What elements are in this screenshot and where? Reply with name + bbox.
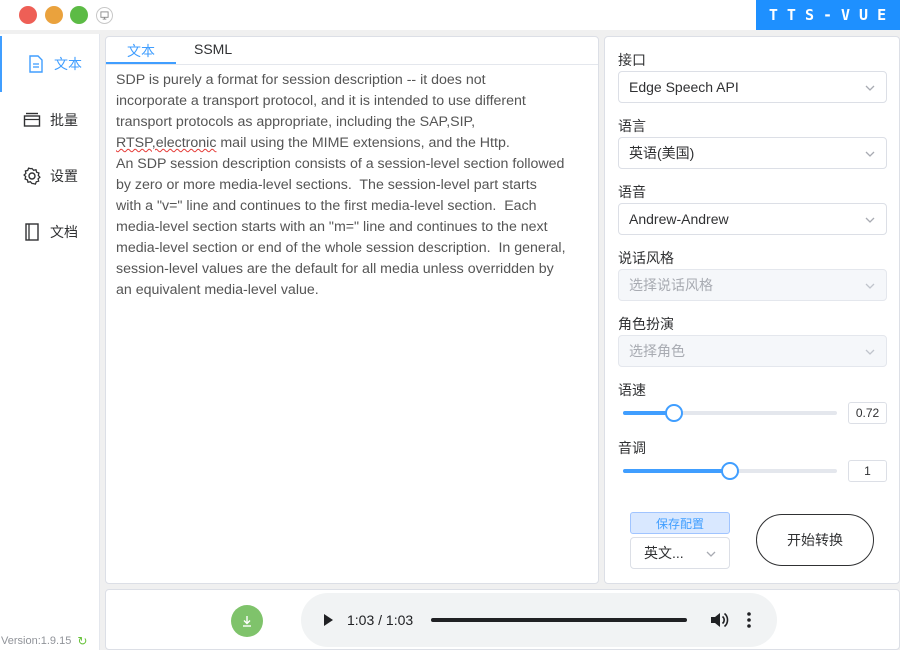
text-line: with a "v=" line and continues to the fi…: [116, 198, 537, 214]
text-input[interactable]: SDP is purely a format for session descr…: [116, 70, 592, 576]
api-value: Edge Speech API: [629, 79, 739, 95]
sidebar-item-docs[interactable]: 文档: [0, 204, 100, 260]
preset-select[interactable]: 英文...: [630, 537, 730, 569]
audio-player: 1:03 / 1:03: [301, 593, 777, 647]
voice-value: Andrew-Andrew: [629, 211, 729, 227]
rate-slider-handle[interactable]: [665, 404, 684, 422]
volume-icon[interactable]: [709, 611, 729, 629]
version-info: Version:1.9.15 ↻: [1, 634, 87, 648]
play-icon[interactable]: [321, 612, 335, 628]
app-brand: TTS-VUE: [756, 0, 900, 30]
editor-tabs: 文本 SSML: [106, 37, 598, 65]
title-bar: TTS-VUE: [0, 0, 900, 30]
minimize-window-button[interactable]: [45, 6, 63, 24]
book-icon: [22, 222, 42, 242]
sidebar-item-settings[interactable]: 设置: [0, 148, 100, 204]
maximize-window-button[interactable]: [70, 6, 88, 24]
pitch-value[interactable]: 1: [848, 460, 887, 482]
footer-bar: 1:03 / 1:03: [105, 589, 900, 650]
playback-time: 1:03 / 1:03: [347, 612, 414, 628]
more-options-icon[interactable]: [745, 611, 753, 629]
chevron-down-icon: [865, 217, 875, 223]
rate-value[interactable]: 0.72: [848, 402, 887, 424]
batch-icon: [22, 110, 42, 130]
config-panel: 接口 Edge Speech API 语言 英语(美国) 语音 Andrew-A…: [604, 36, 900, 584]
rate-label: 语速: [618, 382, 646, 398]
tab-ssml[interactable]: SSML: [194, 41, 232, 57]
sidebar-item-label: 文档: [50, 224, 78, 240]
monitor-icon: [100, 11, 109, 20]
download-button[interactable]: [231, 605, 263, 637]
text-line: SDP is purely a format for session descr…: [116, 72, 486, 88]
text-line: RTSP,electronic mail using the MIME exte…: [116, 133, 592, 154]
misspelled-word: RTSP,electronic: [116, 135, 217, 151]
text-line: by zero or more media-level sections. Th…: [116, 177, 537, 193]
chevron-down-icon: [865, 349, 875, 355]
api-label: 接口: [618, 52, 646, 68]
role-placeholder: 选择角色: [629, 343, 685, 359]
pitch-slider[interactable]: [623, 462, 837, 480]
text-line: An SDP session description consists of a…: [116, 156, 565, 172]
text-line: session-level values are the default for…: [116, 261, 554, 277]
playback-progress[interactable]: [431, 618, 687, 622]
sidebar-item-batch[interactable]: 批量: [0, 92, 100, 148]
refresh-icon[interactable]: ↻: [77, 634, 87, 648]
pitch-slider-handle[interactable]: [721, 462, 739, 480]
gear-icon: [22, 166, 42, 186]
language-select[interactable]: 英语(美国): [618, 137, 887, 169]
tab-text[interactable]: 文本: [106, 41, 176, 61]
chevron-down-icon: [865, 85, 875, 91]
voice-select[interactable]: Andrew-Andrew: [618, 203, 887, 235]
text-panel: 文本 SSML SDP is purely a format for sessi…: [105, 36, 599, 584]
document-icon: [26, 54, 46, 74]
text-line-rest: mail using the MIME extensions, and the …: [216, 135, 510, 151]
voice-label: 语音: [618, 184, 646, 200]
download-icon: [243, 616, 251, 627]
pitch-label: 音调: [618, 440, 646, 456]
text-line: transport protocols as appropriate, incl…: [116, 114, 476, 130]
text-line: an equivalent media-level value.: [116, 282, 319, 298]
style-placeholder: 选择说话风格: [629, 277, 713, 293]
chevron-down-icon: [706, 551, 716, 557]
sidebar: 文本 批量 设置 文档 Version:1.9.15 ↻: [0, 34, 100, 650]
role-label: 角色扮演: [618, 316, 674, 332]
start-conversion-button[interactable]: 开始转换: [756, 514, 874, 566]
sidebar-item-label: 批量: [50, 112, 78, 128]
style-label: 说话风格: [618, 250, 674, 266]
active-tab-indicator: [106, 62, 176, 64]
sidebar-item-text[interactable]: 文本: [0, 36, 100, 92]
chevron-down-icon: [865, 283, 875, 289]
api-select[interactable]: Edge Speech API: [618, 71, 887, 103]
text-line: incorporate a transport protocol, and it…: [116, 93, 526, 109]
save-config-button[interactable]: 保存配置: [630, 512, 730, 534]
sidebar-item-label: 文本: [54, 56, 82, 72]
version-text: Version:1.9.15: [1, 635, 72, 647]
pitch-slider-fill: [623, 469, 730, 473]
preset-value: 英文...: [644, 545, 684, 561]
close-window-button[interactable]: [19, 6, 37, 24]
rate-slider[interactable]: [623, 404, 837, 422]
language-label: 语言: [618, 118, 646, 134]
text-line: media-level section starts with an "m=" …: [116, 219, 548, 235]
sidebar-item-label: 设置: [50, 168, 78, 184]
text-line: media-level section or end of the whole …: [116, 240, 566, 256]
pin-window-button[interactable]: [96, 7, 113, 24]
role-select[interactable]: 选择角色: [618, 335, 887, 367]
style-select[interactable]: 选择说话风格: [618, 269, 887, 301]
language-value: 英语(美国): [629, 145, 695, 161]
chevron-down-icon: [865, 151, 875, 157]
